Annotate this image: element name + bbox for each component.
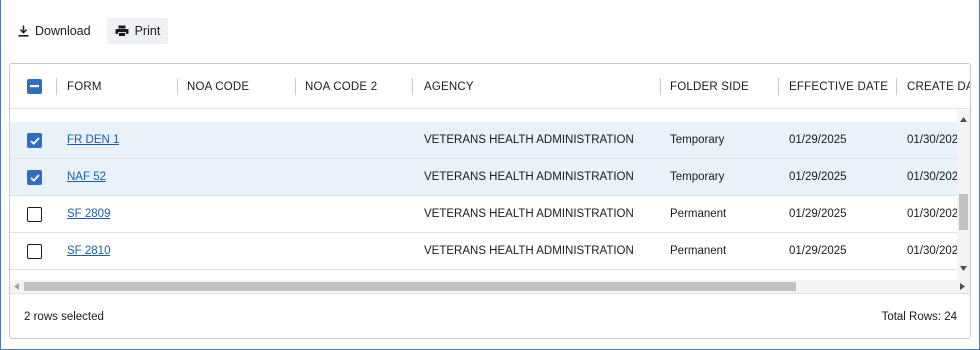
agency-cell: VETERANS HEALTH ADMINISTRATION [424, 134, 634, 146]
minus-icon [30, 85, 39, 88]
printer-icon [115, 25, 129, 37]
grid-body: FR DEN 1 VETERANS HEALTH ADMINISTRATION … [10, 110, 957, 289]
vertical-scroll-thumb[interactable] [959, 194, 968, 230]
scroll-left-icon[interactable] [14, 283, 19, 290]
row-checkbox[interactable] [27, 133, 42, 148]
column-separator [896, 78, 897, 95]
column-separator [295, 78, 296, 95]
column-header-noa-code-2[interactable]: NOA CODE 2 [305, 64, 377, 109]
effective-date-cell: 01/29/2025 [789, 208, 847, 220]
select-all-checkbox[interactable] [27, 79, 42, 94]
create-date-cell: 01/30/2025 [907, 208, 957, 220]
forms-data-grid: FORM NOA CODE NOA CODE 2 AGENCY FOLDER S… [9, 63, 971, 339]
agency-cell: VETERANS HEALTH ADMINISTRATION [424, 171, 634, 183]
vertical-scrollbar[interactable] [957, 110, 970, 289]
column-header-create-date[interactable]: CREATE DATE [907, 64, 970, 109]
folder-side-cell: Permanent [670, 208, 727, 220]
print-button[interactable]: Print [106, 18, 169, 44]
folder-side-cell: Permanent [670, 245, 727, 257]
grid-footer: 2 rows selected Total Rows: 24 [10, 293, 970, 338]
folder-side-cell: Temporary [670, 171, 725, 183]
column-separator [412, 78, 413, 95]
scroll-right-icon[interactable] [960, 283, 965, 290]
table-row[interactable]: NAF 52 VETERANS HEALTH ADMINISTRATION Te… [10, 159, 957, 196]
form-link[interactable]: NAF 52 [67, 159, 106, 195]
column-header-noa-code[interactable]: NOA CODE [187, 64, 249, 109]
column-separator [56, 78, 57, 95]
download-label: Download [35, 24, 91, 38]
check-icon [29, 136, 40, 145]
table-row[interactable]: SF 2809 VETERANS HEALTH ADMINISTRATION P… [10, 196, 957, 233]
effective-date-cell: 01/29/2025 [789, 134, 847, 146]
print-label: Print [134, 24, 161, 38]
row-checkbox[interactable] [27, 170, 42, 185]
column-header-agency[interactable]: AGENCY [424, 64, 474, 109]
horizontal-scroll-thumb[interactable] [24, 282, 796, 291]
selected-rows-count: 2 rows selected [24, 310, 104, 323]
check-icon [29, 173, 40, 182]
agency-cell: VETERANS HEALTH ADMINISTRATION [424, 245, 634, 257]
scroll-down-icon[interactable] [960, 266, 967, 271]
table-row[interactable]: SF 2810 VETERANS HEALTH ADMINISTRATION P… [10, 233, 957, 270]
create-date-cell: 01/30/2025 [907, 171, 957, 183]
column-separator [660, 78, 661, 95]
horizontal-scrollbar[interactable] [10, 280, 970, 293]
column-separator [778, 78, 779, 95]
download-icon [18, 25, 29, 37]
create-date-cell: 01/30/2025 [907, 245, 957, 257]
create-date-cell: 01/30/2025 [907, 134, 957, 146]
download-button[interactable]: Download [10, 18, 99, 44]
folder-side-cell: Temporary [670, 134, 725, 146]
row-checkbox[interactable] [27, 244, 42, 259]
form-link[interactable]: SF 2810 [67, 233, 110, 269]
effective-date-cell: 01/29/2025 [789, 171, 847, 183]
form-link[interactable]: FR DEN 1 [67, 122, 119, 158]
table-row[interactable]: FR DEN 1 VETERANS HEALTH ADMINISTRATION … [10, 122, 957, 159]
column-separator [177, 78, 178, 95]
column-header-form[interactable]: FORM [67, 64, 102, 109]
column-header-folder-side[interactable]: FOLDER SIDE [670, 64, 749, 109]
scroll-up-icon[interactable] [960, 117, 967, 122]
effective-date-cell: 01/29/2025 [789, 245, 847, 257]
toolbar: Download Print [10, 18, 169, 44]
grid-header: FORM NOA CODE NOA CODE 2 AGENCY FOLDER S… [10, 64, 970, 109]
agency-cell: VETERANS HEALTH ADMINISTRATION [424, 208, 634, 220]
form-link[interactable]: SF 2809 [67, 196, 110, 232]
row-checkbox[interactable] [27, 207, 42, 222]
column-header-effective-date[interactable]: EFFECTIVE DATE [789, 64, 888, 109]
total-rows-count: Total Rows: 24 [881, 310, 957, 323]
